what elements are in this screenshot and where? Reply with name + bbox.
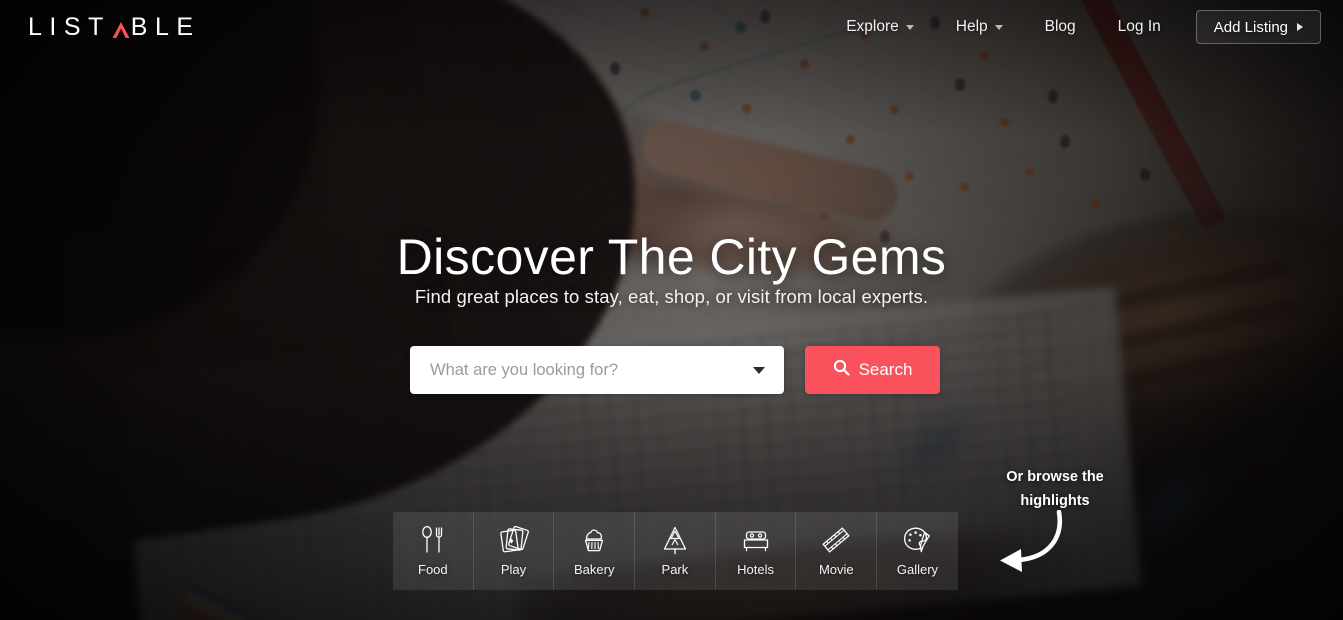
palette-icon <box>902 525 932 555</box>
category-tile-bakery[interactable]: Bakery <box>554 512 636 590</box>
nav-label-login: Log In <box>1117 18 1161 35</box>
category-label-hotels: Hotels <box>737 562 775 577</box>
category-tile-gallery[interactable]: Gallery <box>877 512 958 590</box>
playing-cards-icon <box>498 525 530 555</box>
logo[interactable]: LIST BLE <box>28 13 201 42</box>
nav-label-blog: Blog <box>1044 18 1076 35</box>
category-label-gallery: Gallery <box>896 562 939 577</box>
category-label-food: Food <box>418 562 448 577</box>
search-button[interactable]: Search <box>805 346 940 394</box>
nav-label-help: Help <box>955 18 988 35</box>
nav-label-explore: Explore <box>846 18 899 35</box>
category-tiles: Food Play Bakery Park Hotels Movie Galle… <box>393 512 958 590</box>
hero-section: LIST BLE Explore Help Blog Log In Add Lis… <box>0 0 1343 620</box>
logo-accent-a-icon <box>111 18 130 38</box>
search-icon <box>833 359 850 381</box>
category-label-park: Park <box>661 562 689 577</box>
site-header: LIST BLE Explore Help Blog Log In Add Lis… <box>0 0 1343 54</box>
hero-subtitle: Find great places to stay, eat, shop, or… <box>414 286 929 307</box>
chevron-down-icon[interactable] <box>753 367 765 374</box>
search-button-label: Search <box>858 360 913 379</box>
hero-content: Discover The City Gems Find great places… <box>0 0 1343 620</box>
nav-item-blog[interactable]: Blog <box>1024 0 1097 54</box>
main-navigation: Explore Help Blog Log In Add Listing <box>825 0 1321 54</box>
category-label-bakery: Bakery <box>573 562 615 577</box>
add-listing-button[interactable]: Add Listing <box>1195 10 1321 44</box>
chevron-down-icon <box>905 24 914 30</box>
add-listing-label: Add Listing <box>1213 18 1288 36</box>
pine-tree-icon <box>661 525 689 555</box>
browse-highlights-note: Or browse the highlights <box>985 465 1125 513</box>
category-label-play: Play <box>500 562 527 577</box>
caret-right-icon <box>1297 23 1303 31</box>
chevron-down-icon <box>994 24 1003 30</box>
search-input[interactable] <box>410 360 784 380</box>
logo-text-before: LIST <box>28 12 111 41</box>
category-tile-hotels[interactable]: Hotels <box>716 512 797 590</box>
nav-item-help[interactable]: Help <box>935 0 1024 54</box>
browse-note-line1: Or browse the <box>1006 469 1104 485</box>
search-bar: Search <box>410 346 940 394</box>
nav-item-login[interactable]: Log In <box>1097 0 1182 54</box>
film-strip-icon <box>820 525 852 555</box>
category-tile-play[interactable]: Play <box>474 512 555 590</box>
nav-item-explore[interactable]: Explore <box>825 0 935 54</box>
page-title: Discover The City Gems <box>396 229 947 285</box>
cupcake-icon <box>580 525 608 555</box>
search-field[interactable] <box>410 346 784 394</box>
logo-text-after: BLE <box>130 12 201 41</box>
category-tile-park[interactable]: Park <box>635 512 716 590</box>
category-tile-food[interactable]: Food <box>393 512 474 590</box>
category-tile-movie[interactable]: Movie <box>796 512 878 590</box>
bed-icon <box>740 525 772 555</box>
category-label-movie: Movie <box>818 562 854 577</box>
curved-arrow-left-icon <box>975 509 1070 585</box>
spoon-fork-icon <box>419 525 447 555</box>
